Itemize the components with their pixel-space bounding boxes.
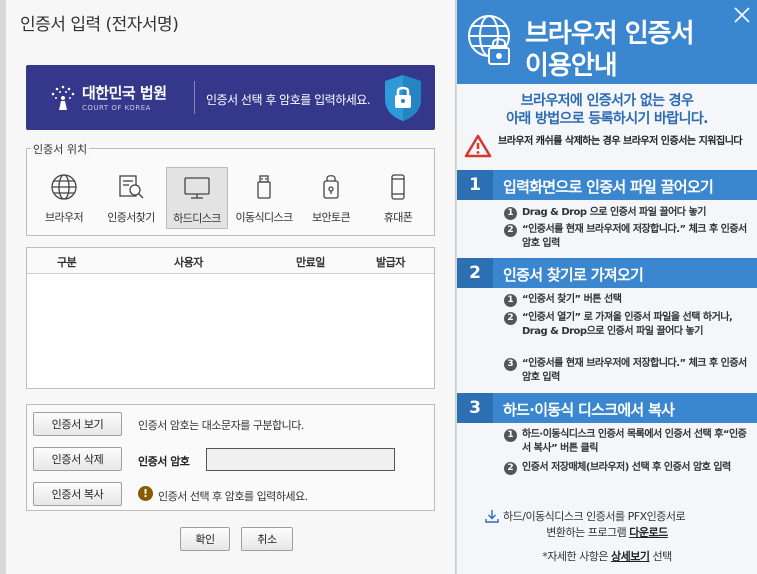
location-label: 하드디스크 [173,212,221,225]
delete-certificate-button[interactable]: 인증서 삭제 [33,447,122,471]
certificate-list[interactable]: 구분 사용자 만료일 발급자 [26,247,435,389]
step-text: 하드·이동식디스크 인증서 목록에서 인증서 선택 후“인증서 복사” 버튼 클… [522,429,747,454]
download-link[interactable]: 다운로드 [629,526,668,539]
court-logo-icon [51,85,75,110]
guide-header: 브라우저 인증서 이용안내 [457,0,757,84]
guide-section-1: 1 입력화면으로 인증서 파일 끌어오기 [457,170,757,200]
certificate-dialog: 인증서 입력 (전자서명) 대한민국 법원 COURT OF KOREA 인증서… [6,0,456,574]
warning-icon: ! [138,486,153,501]
section-number: 1 [457,170,493,200]
details-suffix: 선택 [652,550,672,563]
globe-icon [51,174,77,200]
download-icon [485,510,499,523]
section-title: 인증서 찾기로 가져오기 [503,266,644,284]
location-label: 인증서찾기 [107,211,155,224]
section-title: 하드·이동식 디스크에서 복사 [503,401,675,419]
password-label: 인증서 암호 [138,455,190,468]
password-input[interactable] [206,448,395,471]
location-security-token[interactable]: 보안토큰 [300,167,362,229]
org-name-english: COURT OF KOREA [82,104,151,112]
guide-intro-line1: 브라우저에 인증서가 없는 경우 [520,93,694,109]
cancel-button[interactable]: 취소 [241,527,293,551]
download-note-line2: 변환하는 프로그램 다운로드 [457,524,757,540]
details-note: *자세한 사항은 상세보기 선택 [457,548,757,564]
column-type: 구분 [57,256,77,269]
org-name: 대한민국 법원 [82,84,167,102]
download-note-prefix: 변환하는 프로그램 [546,526,627,539]
lock-shield-icon [385,75,421,121]
browser-certificate-guide: 브라우저 인증서 이용안내 브라우저에 인증서가 없는 경우 아래 방법으로 등… [457,0,757,574]
step-badge: 2 [504,462,517,475]
location-label: 보안토큰 [311,211,351,224]
location-mobile-phone[interactable]: 휴대폰 [367,167,429,229]
banner-message: 인증서 선택 후 암호를 입력하세요. [206,93,371,107]
certificate-list-header: 구분 사용자 만료일 발급자 [27,248,434,274]
step-text: “인증서를 현재 브라우저에 저장합니다.” 체크 후 인증서 암호 입력 [522,358,747,383]
step-badge: 3 [504,358,517,371]
step-text: Drag & Drop 으로 인증서 파일 끌어다 놓기 [522,207,706,218]
location-label: 브라우저 [44,211,84,224]
location-cert-search[interactable]: 인증서찾기 [100,167,162,229]
close-icon[interactable] [733,6,751,24]
guide-section-2: 2 인증서 찾기로 가져오기 [457,258,757,288]
ok-button[interactable]: 확인 [180,527,230,551]
step-text: 인증서 저장매체(브라우저) 선택 후 인증서 암호 입력 [522,462,731,473]
guide-section-3: 3 하드·이동식 디스크에서 복사 [457,393,757,423]
dialog-title: 인증서 입력 (전자서명) [20,15,179,35]
monitor-icon [184,177,210,199]
certificate-location-group: 인증서 위치 브라우저 인증서찾기 하드디스크 이동식디스크 보안토큰 휴대폰 [26,141,435,236]
section-number: 2 [457,258,493,288]
step-text: “인증서 찾기” 버튼 선택 [522,294,622,305]
security-token-icon [323,175,339,199]
guide-intro-line2: 아래 방법으로 등록하시기 바랍니다. [506,111,708,127]
step-badge: 1 [504,294,517,307]
view-certificate-button[interactable]: 인증서 보기 [33,412,122,436]
location-hard-disk[interactable]: 하드디스크 [166,167,228,229]
password-warning-note: 인증서 선택 후 암호를 입력하세요. [158,490,308,503]
step-badge: 2 [504,312,517,325]
column-user: 사용자 [174,256,203,269]
step-text: “인증서를 현재 브라우저에 저장합니다.” 체크 후 인증서 암호 입력 [522,224,747,249]
step-text: “인증서 열기” 로 가져올 인증서 파일을 선택 하거나, Drag & Dr… [522,312,733,337]
case-sensitive-note: 인증서 암호는 대소문자를 구분합니다. [138,419,304,432]
cache-warning-note: 브라우저 캐쉬를 삭제하는 경우 브라우저 인증서는 지워집니다 [498,136,743,147]
column-issuer: 발급자 [376,256,405,269]
step-badge: 1 [504,429,517,442]
location-legend: 인증서 위치 [31,141,90,157]
column-expiry: 만료일 [296,256,325,269]
location-removable-disk[interactable]: 이동식디스크 [233,167,295,229]
location-label: 휴대폰 [383,211,413,224]
mobile-phone-icon [391,174,405,200]
download-note-line1: 하드/이동식디스크 인증서를 PFX인증서로 [503,510,686,523]
globe-lock-icon [468,15,510,65]
guide-title-line2: 이용안내 [525,51,618,81]
copy-certificate-button[interactable]: 인증서 복사 [33,482,122,506]
section-title: 입력화면으로 인증서 파일 끌어오기 [503,178,714,196]
step-badge: 2 [504,224,517,237]
usb-icon [257,175,271,199]
step-badge: 1 [504,207,517,220]
details-prefix: *자세한 사항은 [542,550,608,563]
details-link[interactable]: 상세보기 [611,550,650,563]
location-browser[interactable]: 브라우저 [33,167,95,229]
certificate-controls: 인증서 보기 인증서 삭제 인증서 복사 인증서 암호는 대소문자를 구분합니다… [26,404,435,511]
warning-triangle-icon [464,134,492,158]
location-label: 이동식디스크 [235,211,293,224]
section-number: 3 [457,393,493,423]
banner-divider [194,81,195,114]
court-banner: 대한민국 법원 COURT OF KOREA 인증서 선택 후 암호를 입력하세… [26,65,435,130]
certificate-search-icon [119,175,144,199]
